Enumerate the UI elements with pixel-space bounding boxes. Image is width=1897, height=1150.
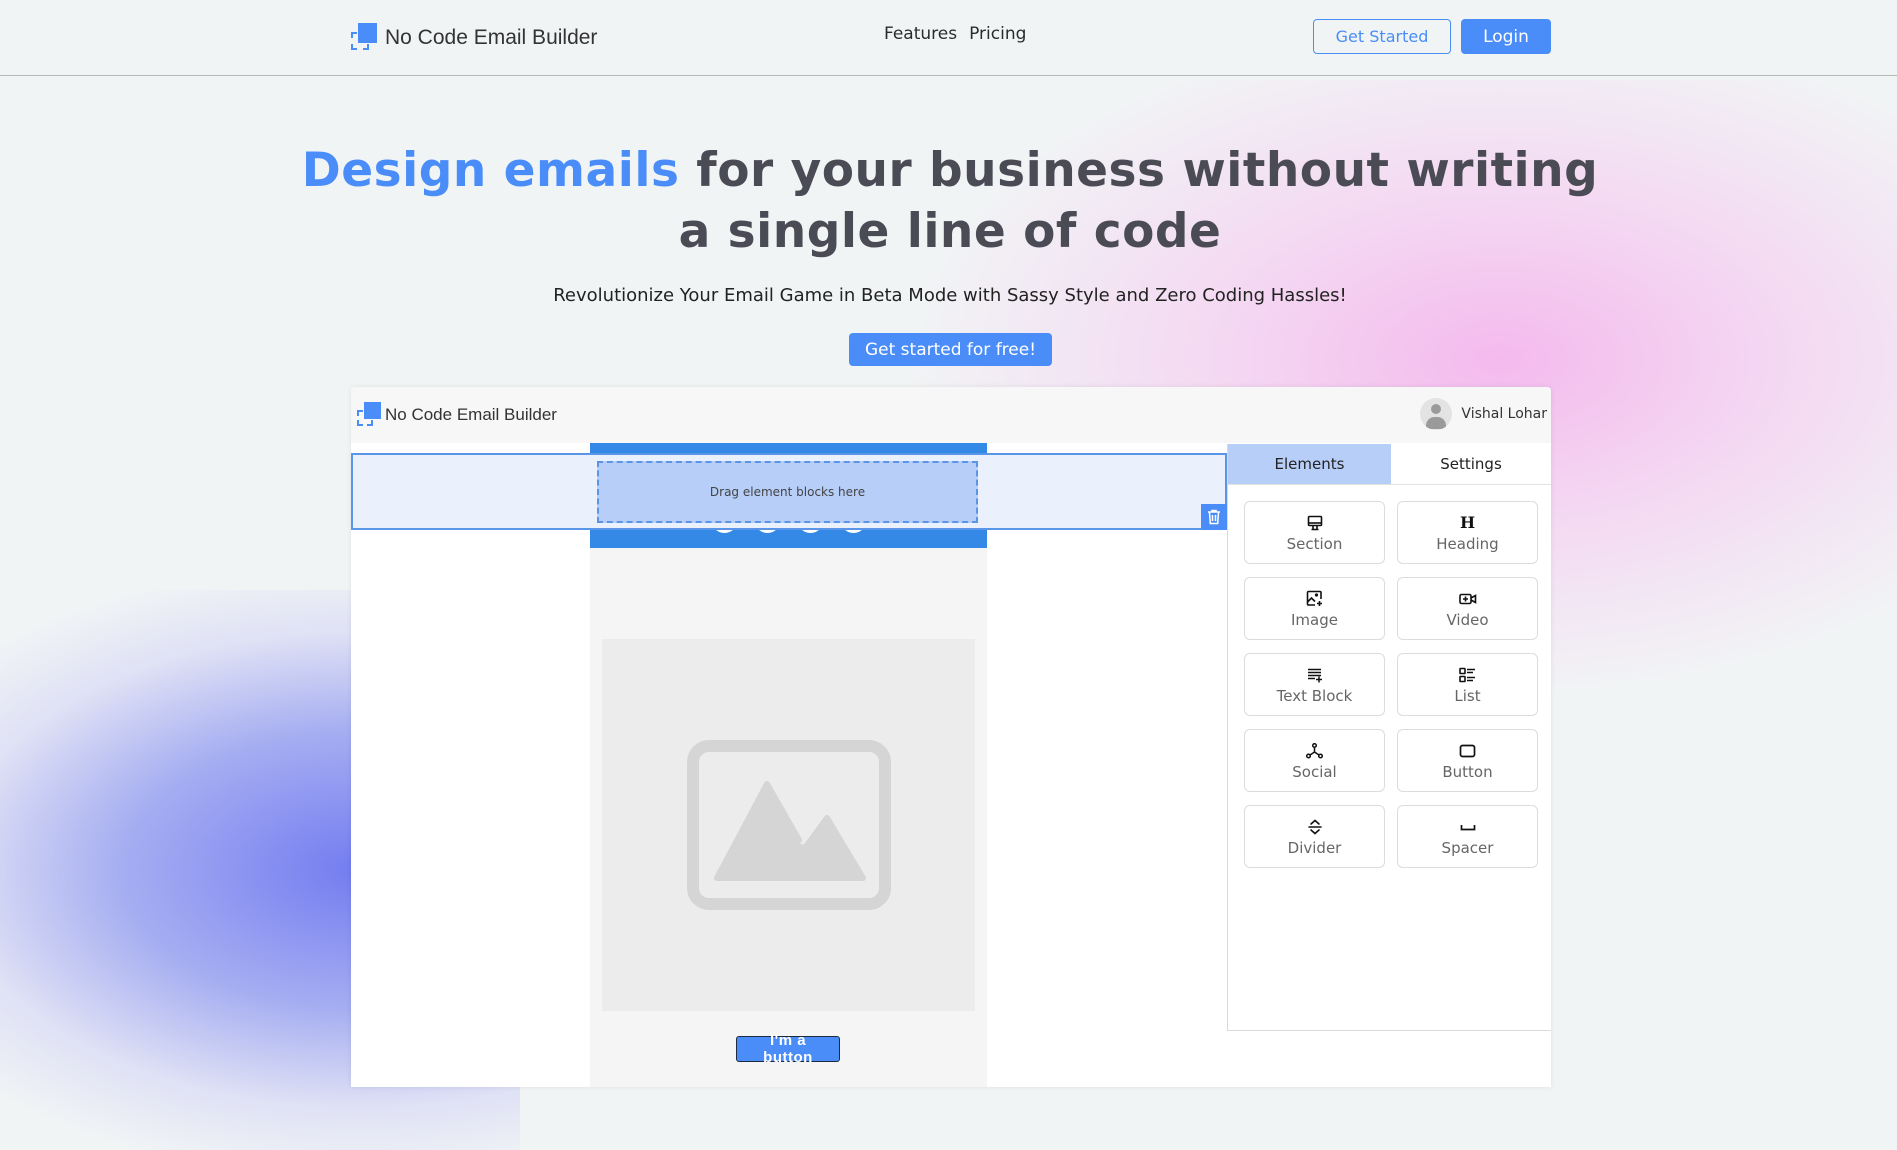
- elements-grid: Section H Heading Image Video Text Block…: [1244, 501, 1538, 868]
- element-section[interactable]: Section: [1244, 501, 1385, 564]
- monitor-icon: [1307, 515, 1322, 530]
- button-rect-icon: [1459, 744, 1476, 757]
- element-label: Image: [1291, 610, 1338, 629]
- spacer-icon: [1460, 824, 1475, 830]
- logo-icon: [357, 402, 381, 428]
- top-nav: No Code Email Builder Features Pricing G…: [0, 0, 1897, 76]
- element-label: Spacer: [1441, 838, 1494, 857]
- element-label: Button: [1442, 762, 1493, 781]
- trash-icon: [1208, 509, 1220, 525]
- editor-brand-name: No Code Email Builder: [385, 405, 557, 424]
- text-add-icon: [1307, 668, 1322, 682]
- heading-icon: H: [1459, 513, 1476, 532]
- hero-title: Design emails for your business without …: [300, 140, 1600, 262]
- selected-section-row[interactable]: Drag element blocks here: [351, 453, 1227, 530]
- element-heading[interactable]: H Heading: [1397, 501, 1538, 564]
- image-placeholder[interactable]: [602, 639, 975, 1011]
- video-add-icon: [1458, 593, 1476, 604]
- logo-icon: [351, 23, 381, 53]
- nav-link-pricing[interactable]: Pricing: [969, 24, 1026, 44]
- divider-icon: [1307, 818, 1322, 835]
- login-button[interactable]: Login: [1461, 19, 1551, 54]
- element-label: Social: [1292, 762, 1337, 781]
- element-label: List: [1454, 686, 1481, 705]
- editor-brand-logo[interactable]: No Code Email Builder: [357, 402, 557, 428]
- hero-title-accent: Design emails: [301, 143, 680, 198]
- element-button[interactable]: Button: [1397, 729, 1538, 792]
- avatar: [1420, 398, 1453, 430]
- hero-subtitle: Revolutionize Your Email Game in Beta Mo…: [553, 285, 1347, 306]
- drop-zone[interactable]: Drag element blocks here: [597, 461, 978, 523]
- tab-settings[interactable]: Settings: [1391, 444, 1551, 484]
- element-video[interactable]: Video: [1397, 577, 1538, 640]
- brand-name: No Code Email Builder: [385, 26, 598, 49]
- editor-header: No Code Email Builder Vishal Lohar: [351, 387, 1551, 443]
- element-image[interactable]: Image: [1244, 577, 1385, 640]
- element-spacer[interactable]: Spacer: [1397, 805, 1538, 868]
- delete-section-button[interactable]: [1201, 504, 1227, 530]
- email-canvas: No Code Email Builder: [590, 443, 987, 1087]
- image-add-icon: [1306, 590, 1322, 606]
- element-text-block[interactable]: Text Block: [1244, 653, 1385, 716]
- tab-elements[interactable]: Elements: [1228, 444, 1391, 484]
- element-label: Text Block: [1276, 686, 1353, 705]
- get-started-free-button[interactable]: Get started for free!: [849, 333, 1052, 366]
- brand-logo[interactable]: No Code Email Builder: [351, 22, 597, 54]
- element-label: Video: [1446, 610, 1489, 629]
- hero-title-rest: for your business without writing a sing…: [678, 143, 1599, 259]
- element-label: Section: [1286, 534, 1343, 553]
- share-nodes-icon: [1306, 742, 1323, 759]
- element-social[interactable]: Social: [1244, 729, 1385, 792]
- nav-links: Features Pricing: [884, 24, 1026, 44]
- elements-sidebar: Elements Settings Section H Heading Imag…: [1227, 444, 1551, 1031]
- editor-preview: No Code Email Builder Vishal Lohar No Co…: [351, 387, 1551, 1087]
- element-list[interactable]: List: [1397, 653, 1538, 716]
- element-divider[interactable]: Divider: [1244, 805, 1385, 868]
- user-name: Vishal Lohar: [1461, 406, 1547, 422]
- sidebar-tabs: Elements Settings: [1228, 444, 1551, 485]
- element-label: Heading: [1436, 534, 1499, 553]
- user-menu[interactable]: Vishal Lohar: [1420, 398, 1547, 430]
- element-label: Divider: [1287, 838, 1342, 857]
- list-icon: [1459, 667, 1475, 682]
- get-started-button[interactable]: Get Started: [1313, 19, 1451, 54]
- image-placeholder-icon: [686, 740, 891, 910]
- email-cta-button[interactable]: I'm a button: [736, 1032, 840, 1066]
- nav-link-features[interactable]: Features: [884, 24, 957, 44]
- drop-hint: Drag element blocks here: [709, 485, 866, 499]
